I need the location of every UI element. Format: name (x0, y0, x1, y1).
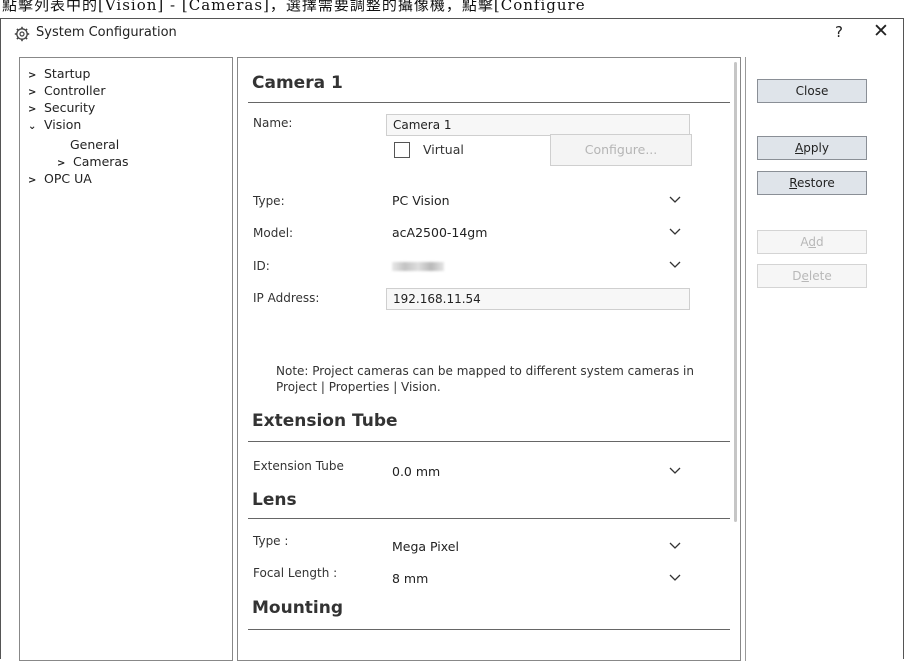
chevron-down-icon (669, 261, 681, 268)
tree-item-security[interactable]: > Security (28, 100, 95, 115)
help-button[interactable]: ? (835, 23, 843, 41)
focal-length-value: 8 mm (392, 571, 429, 586)
divider (248, 441, 730, 442)
chevron-down-icon[interactable]: ⌄ (28, 121, 44, 132)
tree-item-cameras[interactable]: > Cameras (57, 154, 129, 169)
project-camera-note: Note: Project cameras can be mapped to d… (276, 363, 726, 395)
close-window-button[interactable]: ✕ (873, 20, 889, 42)
tree-item-label: General (70, 137, 120, 152)
type-select[interactable]: PC Vision (386, 189, 690, 213)
navigation-tree: > Startup > Controller > Security ⌄ Vision G… (19, 57, 233, 661)
divider (248, 518, 730, 519)
button-label: lete (808, 269, 832, 283)
tree-item-vision[interactable]: ⌄ Vision (28, 117, 81, 132)
ip-address-label: IP Address: (253, 291, 320, 305)
tree-item-general[interactable]: General (70, 137, 119, 152)
top-caption-text: 點擊列表中的[Vision] - [Cameras]，選擇需要調整的攝像機，點擊… (2, 0, 586, 14)
virtual-label: Virtual (423, 142, 464, 157)
chevron-down-icon (669, 542, 681, 549)
chevron-right-icon[interactable]: > (57, 158, 73, 169)
tree-item-controller[interactable]: > Controller (28, 83, 106, 98)
redacted-id-value (392, 262, 444, 271)
close-button[interactable]: Close (757, 79, 867, 103)
lens-heading: Lens (252, 490, 297, 510)
focal-length-select[interactable]: 8 mm (386, 567, 690, 591)
type-label: Type: (253, 194, 285, 208)
note-line: Note: Project cameras can be mapped to d… (276, 364, 694, 378)
window-title: System Configuration (36, 25, 177, 40)
camera-settings-panel: Camera 1 Name: Camera 1 Virtual Configur… (237, 57, 741, 661)
configure-button[interactable]: Configure... (550, 134, 692, 166)
tree-item-opcua[interactable]: > OPC UA (28, 171, 92, 186)
chevron-right-icon[interactable]: > (28, 175, 44, 186)
chevron-right-icon[interactable]: > (28, 87, 44, 98)
delete-button[interactable]: Delete (757, 264, 867, 288)
button-label: pply (803, 141, 829, 155)
lens-type-label: Type : (253, 534, 289, 548)
system-configuration-window: System Configuration ? ✕ > Startup > Contr… (0, 18, 905, 661)
model-select-value: acA2500-14gm (392, 225, 488, 240)
divider (248, 102, 730, 103)
button-label: estore (797, 176, 835, 190)
name-label: Name: (253, 116, 293, 130)
access-key: R (789, 176, 798, 190)
model-select[interactable]: acA2500-14gm (386, 221, 690, 245)
camera-heading: Camera 1 (252, 73, 343, 93)
virtual-checkbox[interactable] (394, 142, 410, 158)
tree-item-label: Controller (44, 83, 106, 98)
button-label: D (792, 269, 802, 283)
title-bar: System Configuration ? ✕ (1, 19, 903, 49)
extension-tube-select[interactable]: 0.0 mm (386, 460, 690, 484)
restore-button[interactable]: Restore (757, 171, 867, 195)
mounting-heading: Mounting (252, 598, 344, 618)
top-caption-strip: 點擊列表中的[Vision] - [Cameras]，選擇需要調整的攝像機，點擊… (0, 0, 906, 18)
id-label: ID: (253, 259, 270, 273)
lens-type-value: Mega Pixel (392, 539, 459, 554)
extension-tube-heading: Extension Tube (252, 411, 398, 431)
tree-item-label: OPC UA (44, 171, 92, 186)
divider (248, 629, 730, 630)
chevron-down-icon (669, 196, 681, 203)
access-key: d (808, 235, 816, 249)
type-select-value: PC Vision (392, 193, 450, 208)
tree-item-label: Startup (44, 66, 91, 81)
add-button[interactable]: Add (757, 230, 867, 254)
chevron-down-icon (669, 574, 681, 581)
extension-tube-label: Extension Tube (253, 459, 344, 473)
tree-item-startup[interactable]: > Startup (28, 66, 90, 81)
apply-button[interactable]: Apply (757, 136, 867, 160)
focal-length-label: Focal Length : (253, 566, 338, 580)
action-button-column: Close Apply Restore Add Delete (745, 57, 905, 661)
chevron-down-icon (669, 228, 681, 235)
name-field[interactable]: Camera 1 (386, 114, 690, 136)
lens-type-select[interactable]: Mega Pixel (386, 535, 690, 559)
note-line: Project | Properties | Vision. (276, 380, 441, 394)
ip-address-field[interactable]: 192.168.11.54 (386, 288, 690, 310)
tree-item-label: Vision (44, 117, 82, 132)
access-key: e (801, 269, 809, 283)
tree-item-label: Security (44, 100, 96, 115)
button-label: d (816, 235, 824, 249)
chevron-right-icon[interactable]: > (28, 104, 44, 115)
chevron-right-icon[interactable]: > (28, 70, 44, 81)
tree-item-label: Cameras (73, 154, 129, 169)
gear-icon (14, 26, 30, 42)
extension-tube-value: 0.0 mm (392, 464, 441, 479)
chevron-down-icon (669, 467, 681, 474)
vertical-scrollbar[interactable] (734, 62, 737, 522)
model-label: Model: (253, 226, 294, 240)
id-select[interactable] (386, 254, 690, 278)
